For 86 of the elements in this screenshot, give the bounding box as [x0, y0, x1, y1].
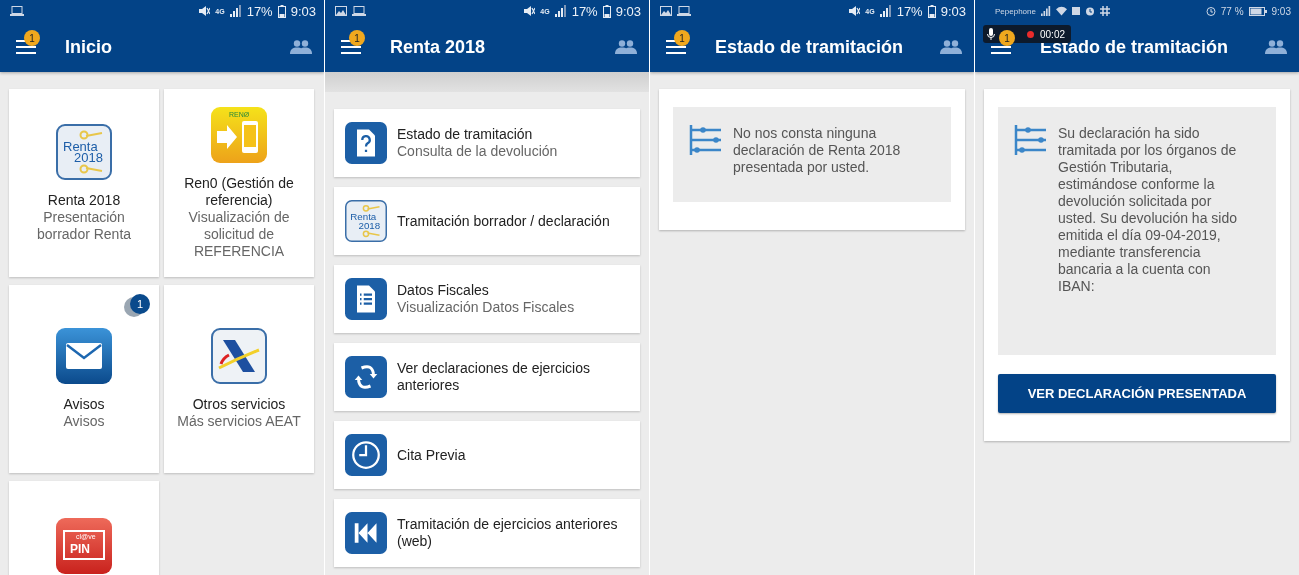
tile-title: Ren0 (Gestión de referencia) [183, 174, 295, 209]
carrier-name: Pepephone [995, 6, 1036, 16]
battery-icon [602, 4, 611, 18]
people-icon[interactable] [615, 40, 637, 54]
screen-title: Estado de tramitación [715, 36, 905, 58]
clock-icon [345, 434, 387, 476]
menu-icon[interactable] [666, 40, 686, 54]
square-icon [1071, 7, 1080, 15]
battery-icon [1248, 6, 1267, 16]
skip-back-icon [345, 512, 387, 554]
document-list-icon [345, 278, 387, 320]
menu-item[interactable]: Cita Previa [334, 421, 640, 489]
agency-logo-icon [211, 328, 267, 384]
menu-icon[interactable] [16, 40, 36, 54]
clock-time: 9:03 [290, 3, 316, 19]
item-title: Estado de tramitación [397, 126, 534, 143]
laptop-icon [677, 6, 691, 16]
signal-icon [1040, 6, 1051, 16]
menu-item[interactable]: Tramitación de ejercicios anteriores (web) [334, 499, 640, 567]
menu-icon[interactable] [341, 40, 361, 54]
clock-time: 9:03 [615, 3, 641, 19]
battery-level: 17% [896, 3, 923, 19]
item-title: Tramitación de ejercicios anteriores (web) [397, 516, 619, 550]
exchange-arrows-icon [345, 356, 387, 398]
battery-level: 77 % [1220, 5, 1244, 17]
people-icon[interactable] [1265, 40, 1287, 54]
battery-level: 17% [571, 3, 598, 19]
people-icon[interactable] [290, 40, 312, 54]
signal-icon [879, 5, 892, 17]
tile-subtitle: Avisos [63, 413, 105, 430]
document-question-icon [345, 122, 387, 164]
envelope-icon [56, 328, 112, 384]
battery-icon [277, 4, 286, 18]
battery-level: 17% [246, 3, 273, 19]
hash-icon [1099, 6, 1110, 16]
tile-title: Renta 2018 [47, 191, 121, 209]
menu-item[interactable]: Ver declaraciones de ejercicios anteriores [334, 343, 640, 411]
image-icon [335, 6, 347, 16]
mute-icon [848, 5, 861, 17]
alarm-icon [1205, 6, 1216, 16]
tile-subtitle: Más servicios AEAT [177, 413, 301, 430]
image-icon [660, 6, 672, 16]
screen-title: Inicio [65, 36, 113, 58]
alarm-icon [1084, 6, 1095, 16]
record-dot-icon [1027, 30, 1034, 38]
signal-icon [229, 5, 242, 17]
item-title: Cita Previa [397, 446, 466, 464]
tile-title: Otros servicios [192, 396, 286, 413]
home-tile[interactable]: Renta 2018 Renta 2018 Presentación borrador Renta [9, 89, 159, 277]
renta-logo-icon: Renta 2018 [56, 123, 112, 180]
notification-badge: 1 [349, 30, 365, 46]
mute-icon [198, 5, 211, 17]
recording-time: 00:02 [1040, 28, 1066, 40]
item-subtitle: Consulta de la devolución [397, 143, 558, 160]
item-title: Tramitación borrador / declaración [397, 212, 610, 230]
tile-subtitle: Presentación borrador Renta [35, 208, 133, 243]
item-title: Ver declaraciones de ejercicios anteriores [397, 360, 591, 394]
signal-icon [554, 5, 567, 17]
clock-time: 9:03 [940, 3, 966, 19]
menu-item[interactable]: Estado de tramitación Consulta de la devolución [334, 109, 640, 177]
screen-title: Renta 2018 [390, 36, 487, 58]
renta-logo-icon: Renta 2018 [345, 200, 387, 242]
laptop-icon [10, 6, 24, 16]
battery-icon [927, 4, 936, 18]
laptop-icon [352, 6, 366, 16]
notification-badge: 1 [24, 30, 40, 46]
menu-item[interactable]: Renta 2018 Tramitación borrador / declaración [334, 187, 640, 255]
menu-item[interactable]: Datos Fiscales Visualización Datos Fiscales [334, 265, 640, 333]
home-tile[interactable]: Otros servicios Más servicios AEAT [164, 285, 314, 473]
view-declaration-button[interactable]: VER DECLARACIÓN PRESENTADA [998, 374, 1276, 413]
mute-icon [523, 5, 536, 17]
microphone-icon [987, 28, 995, 40]
notification-badge: 1 [674, 30, 690, 46]
clock-time: 9:03 [1271, 5, 1291, 17]
people-icon[interactable] [940, 40, 962, 54]
timeline-icon [1014, 125, 1046, 155]
item-title: Datos Fiscales [397, 282, 490, 299]
timeline-icon [689, 125, 721, 155]
wifi-icon [1055, 6, 1067, 16]
item-subtitle: Visualización Datos Fiscales [397, 299, 575, 316]
tile-subtitle: Visualización de solicitud de REFERENCIA [187, 208, 291, 260]
home-tile[interactable]: 1 Avisos Avisos [9, 285, 159, 473]
notification-badge: 1 [999, 30, 1015, 46]
status-message: No nos consta ninguna declaración de Renta 2018 presentada por usted. [733, 125, 902, 176]
tile-title: Avisos [63, 396, 105, 413]
status-message: Su declaración ha sido tramitada por los órganos de Gestión Tributaria, estimándose conforme la devolución solicitada por usted. Su devolución ha sido emitida el día 09-04-2019, mediante transferencia bancaria a la cuenta con IBAN: [1058, 125, 1238, 295]
